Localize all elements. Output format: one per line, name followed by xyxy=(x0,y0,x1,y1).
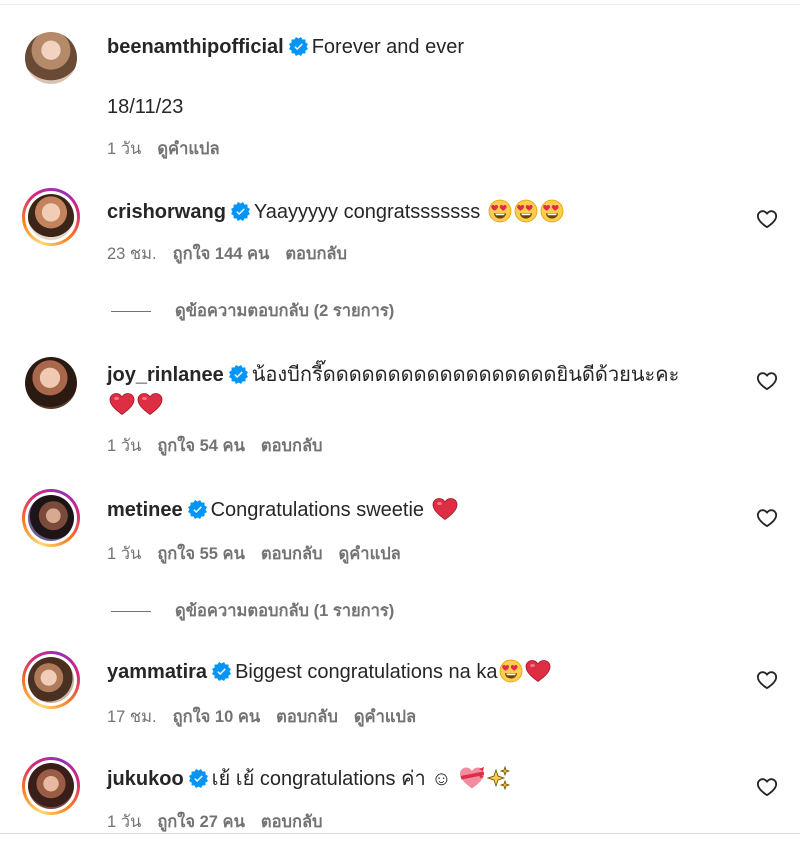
comment-text: Congratulations sweetie xyxy=(210,499,425,521)
likes-count[interactable]: ถูกใจ 144 คน xyxy=(173,245,270,263)
verified-badge-icon xyxy=(189,769,208,788)
verified-badge-icon xyxy=(212,662,231,681)
likes-count[interactable]: ถูกใจ 27 คน xyxy=(157,813,245,831)
view-replies-label: ดูข้อความตอบกลับ (2 รายการ) xyxy=(175,302,395,320)
reply-button[interactable]: ตอบกลับ xyxy=(261,545,323,563)
username[interactable]: joy_rinlanee xyxy=(107,364,224,386)
comment-text: Biggest congratulations na ka xyxy=(235,661,498,683)
red-heart-emoji xyxy=(109,392,135,416)
heart-eyes-emoji xyxy=(540,199,564,223)
avatar[interactable] xyxy=(22,489,80,547)
heart-eyes-emoji xyxy=(499,659,523,683)
username[interactable]: jukukoo xyxy=(107,768,184,790)
view-replies-button[interactable]: ดูข้อความตอบกลับ (1 รายการ) xyxy=(111,598,394,624)
replies-dash xyxy=(111,611,151,613)
heart-eyes-emoji xyxy=(514,199,538,223)
comment-time[interactable]: 1 วัน xyxy=(107,545,141,563)
caption-text: Forever and ever xyxy=(311,36,464,58)
username[interactable]: yammatira xyxy=(107,661,207,683)
verified-badge-icon xyxy=(229,365,248,384)
translate-link[interactable]: ดูคำแปล xyxy=(354,708,416,726)
avatar[interactable] xyxy=(22,354,80,412)
comment-time[interactable]: 1 วัน xyxy=(107,813,141,831)
likes-count[interactable]: ถูกใจ 10 คน xyxy=(173,708,261,726)
red-heart-emoji xyxy=(525,659,551,683)
likes-count[interactable]: ถูกใจ 55 คน xyxy=(157,545,245,563)
translate-link[interactable]: ดูคำแปล xyxy=(339,545,401,563)
heart-eyes-emoji xyxy=(488,199,512,223)
like-heart-icon[interactable] xyxy=(756,208,778,230)
username[interactable]: crishorwang xyxy=(107,201,226,223)
reply-button[interactable]: ตอบกลับ xyxy=(276,708,338,726)
bottom-divider xyxy=(0,833,800,834)
view-replies-button[interactable]: ดูข้อความตอบกลับ (2 รายการ) xyxy=(111,298,394,324)
avatar[interactable] xyxy=(22,757,80,815)
verified-badge-icon xyxy=(289,37,308,56)
avatar[interactable] xyxy=(22,29,80,87)
reply-button[interactable]: ตอบกลับ xyxy=(261,437,323,455)
reply-button[interactable]: ตอบกลับ xyxy=(285,245,347,263)
reply-button[interactable]: ตอบกลับ xyxy=(261,813,323,831)
comment-time[interactable]: 23 ชม. xyxy=(107,245,157,263)
top-divider xyxy=(0,4,800,5)
heart-with-ribbon-emoji xyxy=(459,766,485,790)
like-heart-icon[interactable] xyxy=(756,776,778,798)
likes-count[interactable]: ถูกใจ 54 คน xyxy=(157,437,245,455)
translate-link[interactable]: ดูคำแปล xyxy=(157,140,219,158)
comment-text: Yaayyyyy congratsssssss xyxy=(253,201,481,223)
comment-time[interactable]: 1 วัน xyxy=(107,437,141,455)
replies-dash xyxy=(111,311,151,313)
comment-text: น้องบีกรี๊ดดดดดดดดดดดดดดดดดดยินดีด้วยนะค… xyxy=(251,364,680,386)
avatar[interactable] xyxy=(22,651,80,709)
caption-date: 18/11/23 xyxy=(107,96,184,118)
comment-time[interactable]: 17 ชม. xyxy=(107,708,157,726)
like-heart-icon[interactable] xyxy=(756,370,778,392)
comment-time[interactable]: 1 วัน xyxy=(107,140,141,158)
sparkles-emoji xyxy=(487,766,511,790)
like-heart-icon[interactable] xyxy=(756,507,778,529)
verified-badge-icon xyxy=(188,500,207,519)
comment-text: เย้ เย้ congratulations ค่า ☺ xyxy=(211,768,452,790)
username[interactable]: metinee xyxy=(107,499,183,521)
verified-badge-icon xyxy=(231,202,250,221)
red-heart-emoji xyxy=(137,392,163,416)
like-heart-icon[interactable] xyxy=(756,669,778,691)
username[interactable]: beenamthipofficial xyxy=(107,36,284,58)
avatar[interactable] xyxy=(22,188,80,246)
view-replies-label: ดูข้อความตอบกลับ (1 รายการ) xyxy=(175,602,395,620)
red-heart-emoji xyxy=(432,497,458,521)
